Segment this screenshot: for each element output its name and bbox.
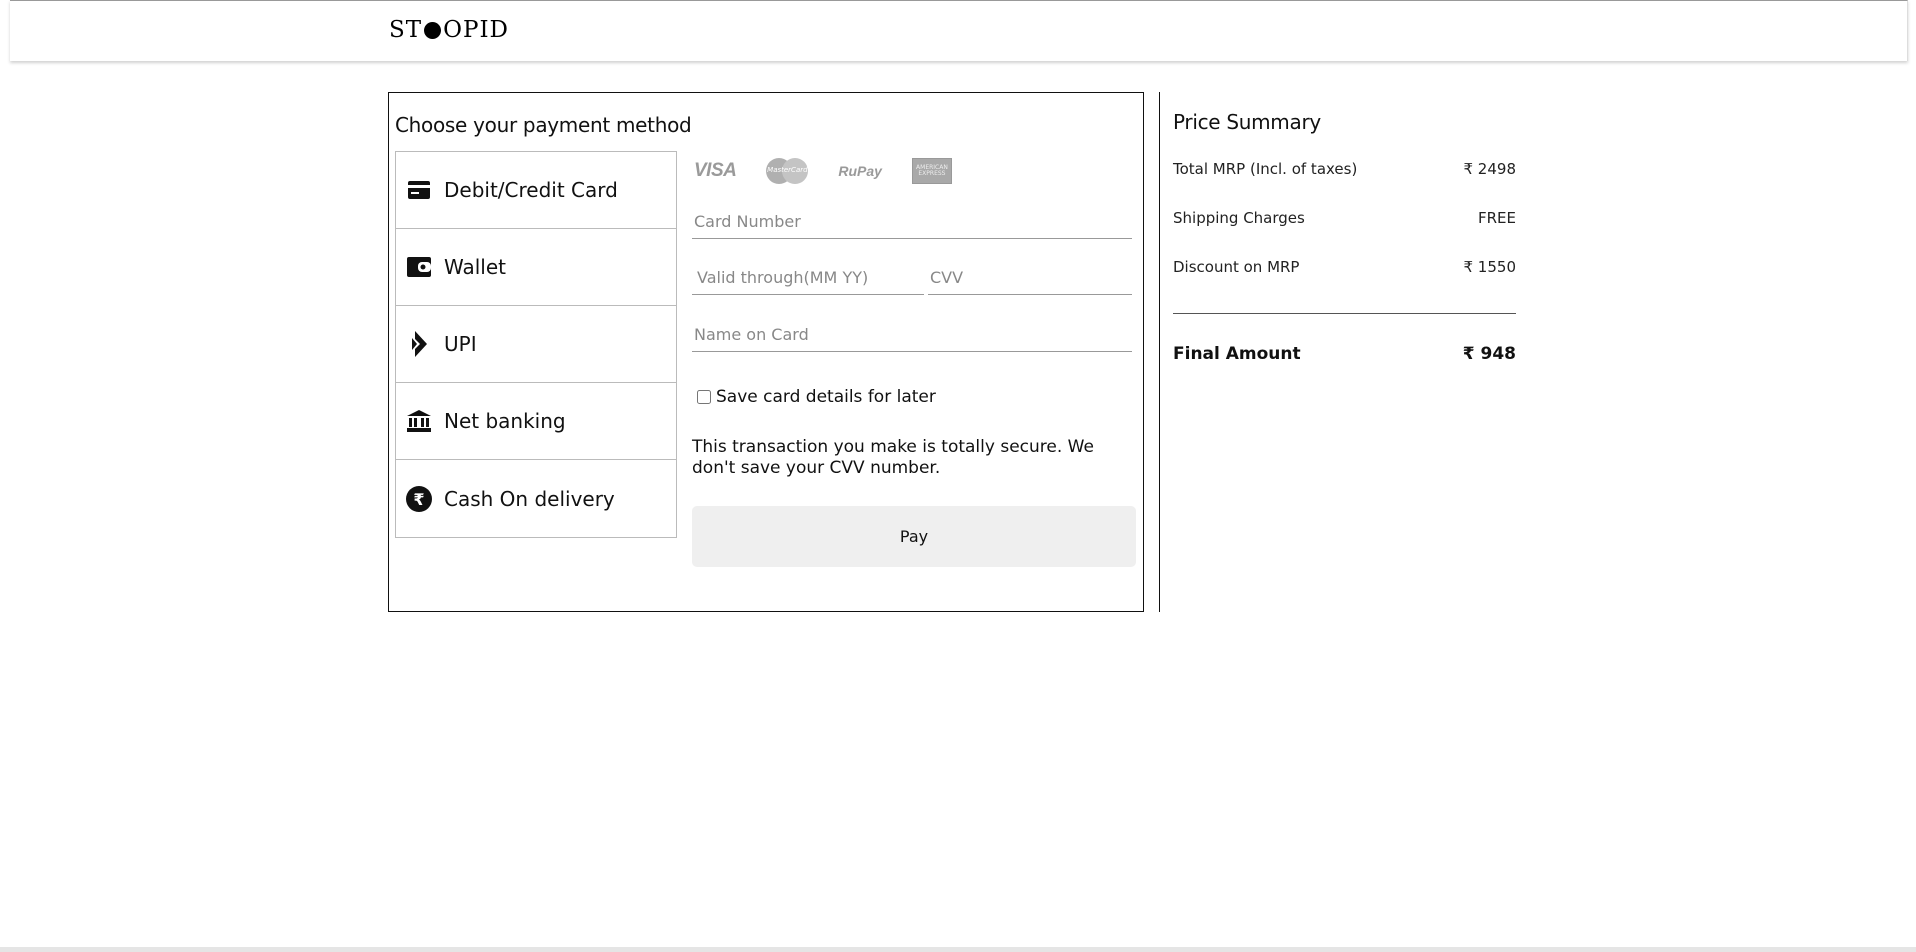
- method-netbanking[interactable]: Net banking: [396, 383, 676, 460]
- card-brands: VISA MasterCard RuPay AMERICAN EXPRESS: [692, 151, 1132, 191]
- mastercard-logo: MasterCard: [766, 158, 809, 184]
- method-label: Debit/Credit Card: [444, 178, 618, 202]
- final-amount-row: Final Amount ₹ 948: [1173, 344, 1516, 364]
- pay-button[interactable]: Pay: [692, 506, 1136, 567]
- save-card-row: Save card details for later: [697, 387, 1132, 407]
- logo-dot: [424, 22, 442, 39]
- summary-row-mrp: Total MRP (Incl. of taxes) ₹ 2498: [1173, 159, 1516, 178]
- amex-logo: AMERICAN EXPRESS: [911, 158, 952, 184]
- upi-icon: [406, 331, 432, 357]
- card-form: VISA MasterCard RuPay AMERICAN EXPRESS S…: [692, 151, 1136, 567]
- method-label: Net banking: [444, 409, 566, 433]
- save-card-checkbox[interactable]: [697, 390, 711, 404]
- rupee-icon: ₹: [406, 485, 432, 512]
- svg-text:₹: ₹: [413, 490, 424, 509]
- method-upi[interactable]: UPI: [396, 306, 676, 383]
- name-on-card-input[interactable]: [692, 304, 1132, 352]
- horizontal-scrollbar[interactable]: [0, 947, 1916, 952]
- payment-panel: Choose your payment method Debit/Credit …: [388, 92, 1144, 612]
- method-wallet[interactable]: Wallet: [396, 229, 676, 306]
- site-header: ST OPID: [10, 0, 1908, 61]
- summary-title: Price Summary: [1173, 110, 1321, 134]
- valid-through-input[interactable]: [692, 247, 924, 295]
- method-label: Wallet: [444, 255, 507, 279]
- payment-method-list: Debit/Credit Card Wallet UPI Net banking…: [395, 151, 677, 538]
- final-amount-value: ₹ 948: [1462, 344, 1516, 364]
- save-card-label: Save card details for later: [716, 387, 936, 407]
- visa-logo: VISA: [694, 160, 737, 181]
- payment-title: Choose your payment method: [395, 113, 692, 137]
- price-summary: Price Summary Total MRP (Incl. of taxes)…: [1173, 110, 1516, 364]
- method-cod[interactable]: ₹ Cash On delivery: [396, 460, 676, 537]
- method-label: UPI: [444, 332, 477, 356]
- secure-note: This transaction you make is totally sec…: [692, 437, 1094, 478]
- summary-divider: [1173, 313, 1516, 314]
- bank-icon: [406, 408, 432, 434]
- final-amount-label: Final Amount: [1173, 344, 1301, 364]
- summary-row-discount: Discount on MRP ₹ 1550: [1173, 257, 1516, 276]
- method-label: Cash On delivery: [444, 486, 615, 511]
- cvv-input[interactable]: [928, 247, 1132, 295]
- method-card[interactable]: Debit/Credit Card: [396, 152, 676, 229]
- wallet-icon: [406, 254, 432, 280]
- vertical-divider: [1159, 92, 1160, 612]
- card-icon: [406, 177, 432, 203]
- brand-logo[interactable]: ST OPID: [389, 19, 509, 42]
- rupay-logo: RuPay: [838, 163, 882, 179]
- summary-row-shipping: Shipping Charges FREE: [1173, 208, 1516, 227]
- card-number-input[interactable]: [692, 191, 1132, 239]
- expiry-cvv-row: [692, 247, 1132, 295]
